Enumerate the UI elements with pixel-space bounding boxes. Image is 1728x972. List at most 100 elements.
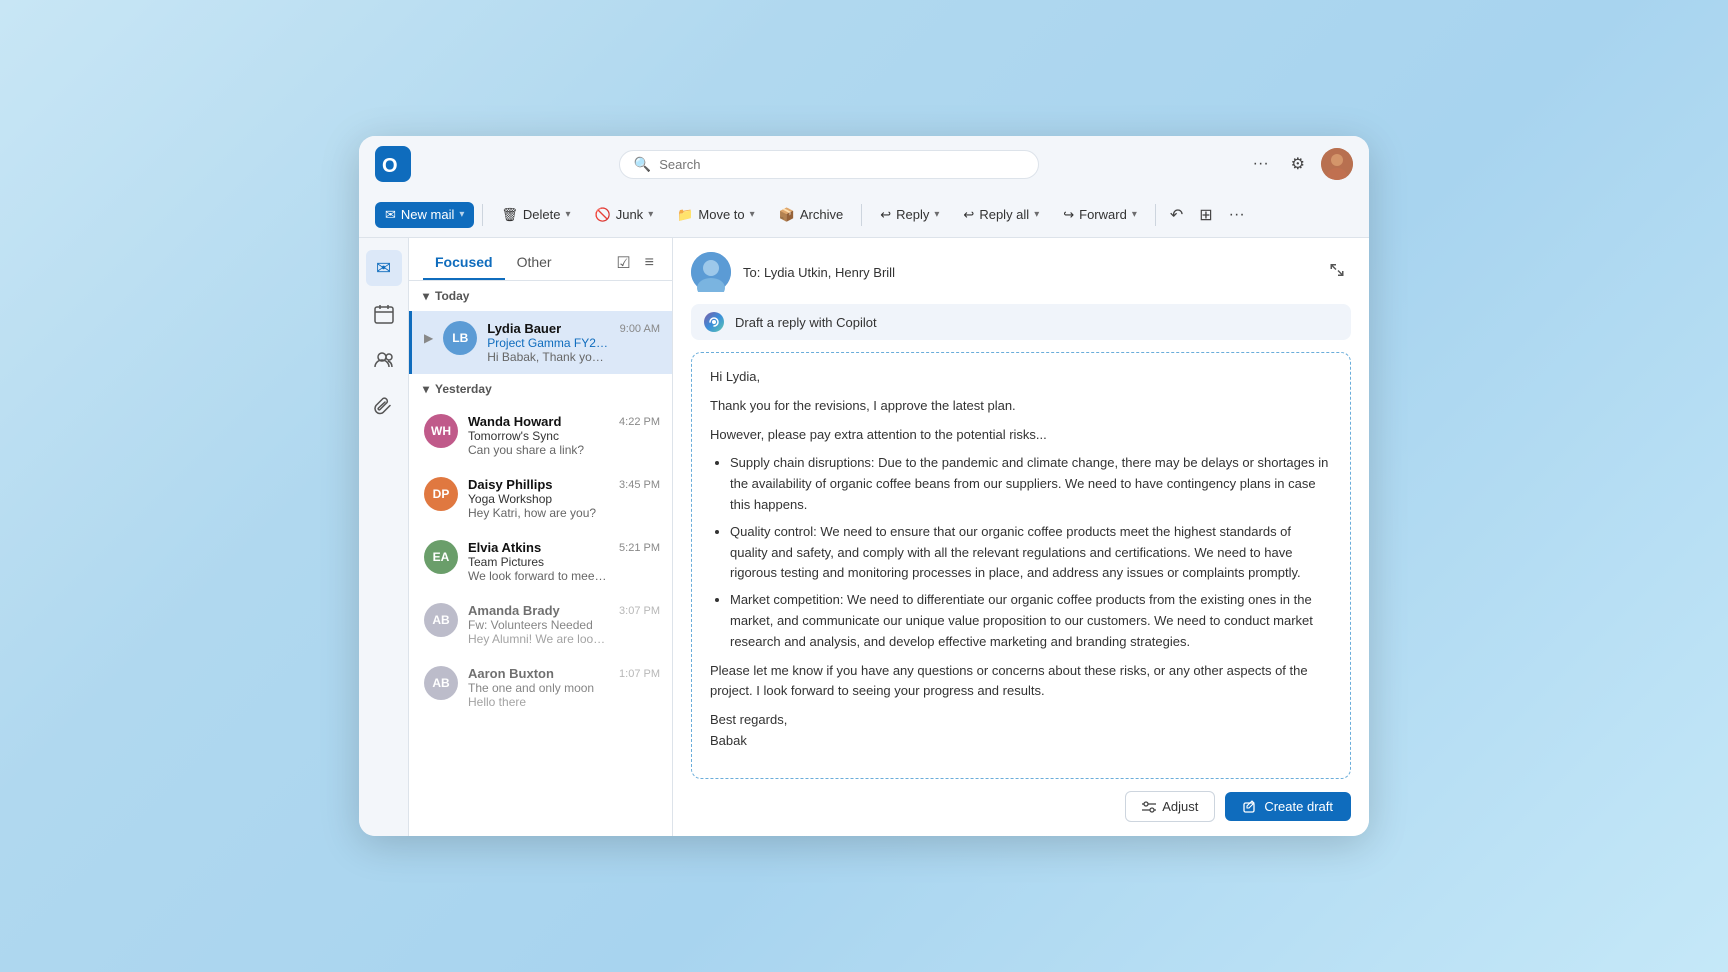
create-draft-icon	[1243, 800, 1257, 814]
new-mail-chevron-icon: ▾	[459, 209, 464, 220]
copilot-text: Draft a reply with Copilot	[735, 315, 877, 330]
search-input[interactable]	[659, 157, 1024, 172]
new-mail-icon: ✉	[385, 207, 396, 223]
email-item-daisy-phillips[interactable]: DP Daisy Phillips Yoga Workshop Hey Katr…	[409, 467, 672, 530]
draft-para2: However, please pay extra attention to t…	[710, 425, 1332, 446]
reply-all-icon: ↩	[963, 207, 974, 223]
top-bar: O 🔍 ··· ⚙	[359, 136, 1369, 192]
email-item-elvia-atkins[interactable]: EA Elvia Atkins Team Pictures We look fo…	[409, 530, 672, 593]
toolbar-separator-2	[861, 204, 862, 226]
adjust-button[interactable]: Adjust	[1125, 791, 1215, 822]
avatar-aaron: AB	[424, 666, 458, 700]
draft-bullets: Supply chain disruptions: Due to the pan…	[710, 453, 1332, 652]
junk-chevron-icon: ▾	[648, 209, 653, 220]
avatar-elvia: EA	[424, 540, 458, 574]
main-content: ✉	[359, 238, 1369, 836]
draft-sign-off: Best regards, Babak	[710, 710, 1332, 752]
copilot-icon	[703, 311, 725, 333]
create-draft-button[interactable]: Create draft	[1225, 792, 1351, 821]
svg-text:O: O	[382, 155, 398, 177]
email-info-lydia: Lydia Bauer Project Gamma FY23 Planni Hi…	[487, 321, 609, 364]
app-logo: O	[375, 146, 411, 182]
draft-reply[interactable]: Hi Lydia, Thank you for the revisions, I…	[691, 352, 1351, 779]
sidebar-item-calendar[interactable]	[366, 296, 402, 332]
forward-chevron-icon: ▾	[1132, 209, 1137, 220]
today-collapse-icon[interactable]: ▾	[423, 289, 429, 303]
draft-bullet-3: Market competition: We need to different…	[730, 590, 1332, 652]
move-icon: 📁	[677, 207, 693, 223]
yesterday-group-header: ▾ Yesterday	[409, 374, 672, 404]
draft-bullet-2: Quality control: We need to ensure that …	[730, 522, 1332, 584]
toolbar-separator-1	[482, 204, 483, 226]
expand-arrow-icon: ▶	[424, 331, 433, 345]
today-group-header: ▾ Today	[409, 281, 672, 311]
email-item-aaron-buxton[interactable]: AB Aaron Buxton The one and only moon He…	[409, 656, 672, 719]
email-info-elvia: Elvia Atkins Team Pictures We look forwa…	[468, 540, 609, 583]
reply-button[interactable]: ↩ Reply ▾	[870, 202, 949, 228]
tab-actions: ☑ ≡	[612, 251, 658, 275]
archive-icon: 📦	[779, 207, 795, 223]
reply-chevron-icon: ▾	[934, 209, 939, 220]
avatar-lydia: LB	[443, 321, 477, 355]
email-info-aaron: Aaron Buxton The one and only moon Hello…	[468, 666, 609, 709]
avatar-daisy: DP	[424, 477, 458, 511]
delete-icon: 🗑	[501, 207, 518, 223]
new-mail-button[interactable]: ✉ New mail ▾	[375, 202, 474, 228]
search-icon: 🔍	[634, 156, 651, 173]
layout-button[interactable]: ⊞	[1193, 201, 1218, 229]
sidebar-item-mail[interactable]: ✉	[366, 250, 402, 286]
focused-tabs: Focused Other ☑ ≡	[409, 238, 672, 281]
draft-para1: Thank you for the revisions, I approve t…	[710, 396, 1332, 417]
draft-bullet-1: Supply chain disruptions: Due to the pan…	[730, 453, 1332, 515]
draft-closing-para: Please let me know if you have any quest…	[710, 661, 1332, 703]
more-options-button[interactable]: ···	[1247, 151, 1275, 177]
reply-all-chevron-icon: ▾	[1034, 209, 1039, 220]
reply-all-button[interactable]: ↩ Reply all ▾	[953, 202, 1049, 228]
email-info-amanda: Amanda Brady Fw: Volunteers Needed Hey A…	[468, 603, 609, 646]
email-item-amanda-brady[interactable]: AB Amanda Brady Fw: Volunteers Needed He…	[409, 593, 672, 656]
tab-other[interactable]: Other	[505, 246, 564, 280]
reply-icon: ↩	[880, 207, 891, 223]
delete-button[interactable]: 🗑 Delete ▾	[491, 202, 580, 228]
copilot-banner[interactable]: Draft a reply with Copilot	[691, 304, 1351, 340]
email-list-panel: Focused Other ☑ ≡ ▾ Today ▶ LB L	[409, 238, 673, 836]
reading-pane-header: To: Lydia Utkin, Henry Brill	[691, 252, 1351, 292]
toolbar: ✉ New mail ▾ 🗑 Delete ▾ 🚫 Junk ▾ 📁 Move …	[359, 192, 1369, 238]
avatar-amanda: AB	[424, 603, 458, 637]
move-to-chevron-icon: ▾	[750, 209, 755, 220]
email-item-lydia-bauer[interactable]: ▶ LB Lydia Bauer Project Gamma FY23 Plan…	[409, 311, 672, 374]
email-info-daisy: Daisy Phillips Yoga Workshop Hey Katri, …	[468, 477, 609, 520]
email-list: ▾ Today ▶ LB Lydia Bauer Project Gamma F…	[409, 281, 672, 836]
avatar[interactable]	[1321, 148, 1353, 180]
delete-chevron-icon: ▾	[566, 209, 571, 220]
junk-icon: 🚫	[595, 207, 611, 223]
reading-pane-footer: Adjust Create draft	[691, 791, 1351, 822]
search-bar[interactable]: 🔍	[619, 150, 1039, 179]
tab-focused[interactable]: Focused	[423, 246, 505, 280]
sidebar-item-people[interactable]	[366, 342, 402, 378]
junk-button[interactable]: 🚫 Junk ▾	[585, 202, 664, 228]
yesterday-collapse-icon[interactable]: ▾	[423, 382, 429, 396]
app-window: O 🔍 ··· ⚙ ✉ New mail	[359, 136, 1369, 836]
email-item-wanda-howard[interactable]: WH Wanda Howard Tomorrow's Sync Can you …	[409, 404, 672, 467]
toolbar-more-button[interactable]: ···	[1223, 202, 1251, 228]
reading-pane-to: To: Lydia Utkin, Henry Brill	[743, 265, 895, 280]
reading-pane-avatar	[691, 252, 731, 292]
adjust-icon	[1142, 800, 1156, 814]
mark-all-read-button[interactable]: ☑	[612, 251, 634, 275]
sidebar-item-attachments[interactable]	[366, 388, 402, 424]
filter-button[interactable]: ≡	[641, 252, 658, 274]
expand-reading-pane-button[interactable]	[1323, 258, 1351, 287]
toolbar-separator-3	[1155, 204, 1156, 226]
move-to-button[interactable]: 📁 Move to ▾	[667, 202, 764, 228]
email-info-wanda: Wanda Howard Tomorrow's Sync Can you sha…	[468, 414, 609, 457]
forward-icon: ↪	[1063, 207, 1074, 223]
avatar-wanda: WH	[424, 414, 458, 448]
forward-button[interactable]: ↪ Forward ▾	[1053, 202, 1147, 228]
settings-button[interactable]: ⚙	[1285, 150, 1311, 178]
reading-pane: To: Lydia Utkin, Henry Brill	[673, 238, 1369, 836]
sidebar-icons: ✉	[359, 238, 409, 836]
undo-button[interactable]: ↶	[1164, 201, 1189, 229]
top-bar-right: ··· ⚙	[1247, 148, 1353, 180]
archive-button[interactable]: 📦 Archive	[769, 202, 854, 228]
